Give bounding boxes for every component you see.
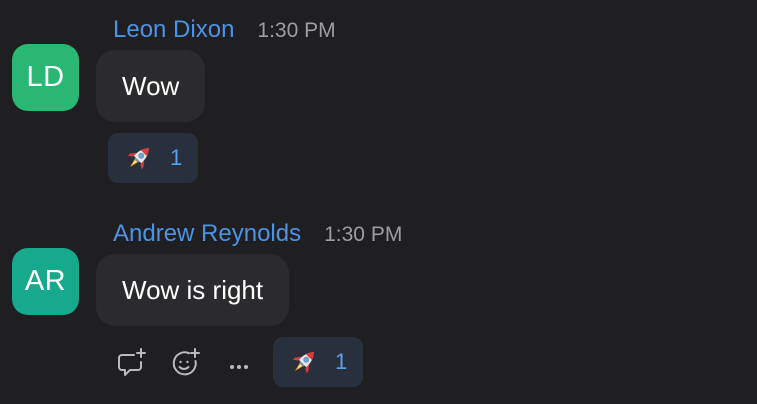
chat-thread: LD Leon Dixon 1:30 PM Wow 1 AR Andrew Re… [0, 0, 757, 404]
reaction-pill[interactable]: 1 [108, 133, 198, 183]
sender-name[interactable]: Leon Dixon [113, 16, 234, 44]
message-bubble[interactable]: Wow [96, 50, 206, 122]
reply-in-thread-icon[interactable] [114, 346, 148, 380]
sender-name[interactable]: Andrew Reynolds [113, 220, 301, 248]
add-reaction-icon[interactable] [168, 346, 202, 380]
rocket-icon [127, 148, 149, 170]
message-timestamp: 1:30 PM [324, 223, 403, 246]
message-text: Wow is right [122, 274, 264, 305]
reaction-pill[interactable]: 1 [273, 337, 363, 387]
message-header: Andrew Reynolds 1:30 PM [113, 220, 402, 248]
message-header: Leon Dixon 1:30 PM [113, 16, 336, 44]
avatar[interactable]: AR [12, 248, 79, 315]
message-timestamp: 1:30 PM [257, 19, 336, 42]
message-actions [114, 346, 276, 380]
more-options-icon[interactable] [222, 346, 256, 380]
rocket-icon [292, 352, 314, 374]
message-text: Wow [122, 70, 180, 101]
reaction-count: 1 [170, 145, 183, 170]
reaction-count: 1 [335, 349, 348, 374]
message-bubble[interactable]: Wow is right [96, 254, 290, 326]
avatar[interactable]: LD [12, 44, 79, 111]
